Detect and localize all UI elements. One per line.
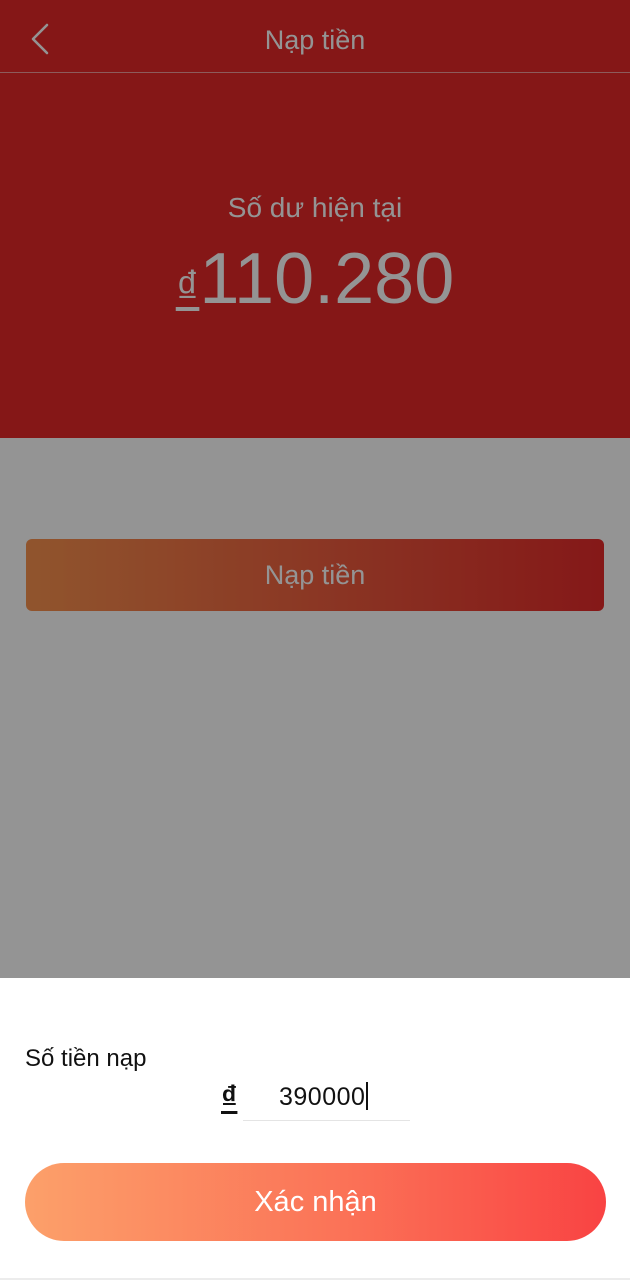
amount-input[interactable]: 390000	[243, 1079, 410, 1121]
amount-input-value: 390000	[279, 1082, 369, 1112]
text-cursor	[366, 1082, 369, 1110]
amount-label: Số tiền nạp	[25, 1045, 147, 1072]
amount-value-text: 390000	[279, 1083, 366, 1111]
deposit-amount-sheet: Số tiền nạp ₫ 390000 Xác nhận	[0, 978, 630, 1280]
modal-backdrop[interactable]	[0, 0, 630, 978]
amount-currency: ₫	[221, 1079, 238, 1115]
deposit-screen: Nạp tiền Số dư hiện tại ₫110.280 Nạp tiề…	[0, 0, 630, 1280]
confirm-button[interactable]: Xác nhận	[25, 1163, 606, 1241]
